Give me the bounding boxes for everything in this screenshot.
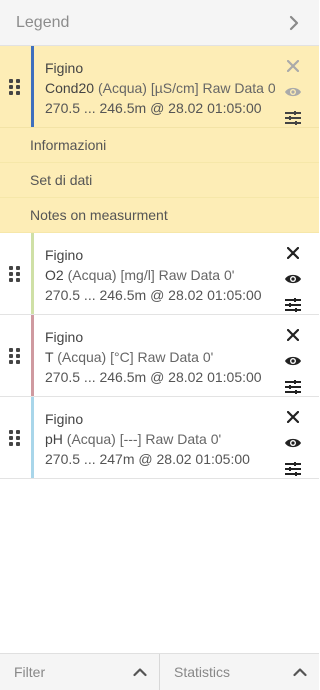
parameter-label: O2 (Acqua) [mg/l] Raw Data 0'	[45, 265, 275, 285]
tune-settings-icon[interactable]	[283, 459, 303, 479]
entry-actions	[283, 52, 303, 125]
legend-entry-info: Figino O2 (Acqua) [mg/l] Raw Data 0' 270…	[45, 245, 275, 305]
site-name: Figino	[45, 411, 84, 427]
footer-bar: Filter Statistics	[0, 653, 319, 690]
statistics-tab[interactable]: Statistics	[159, 654, 319, 690]
close-icon[interactable]	[283, 243, 303, 263]
legend-list: Figino Cond20 (Acqua) [µS/cm] Raw Data 0…	[0, 46, 319, 479]
drag-handle-icon[interactable]	[8, 79, 22, 95]
tune-settings-icon[interactable]	[283, 377, 303, 397]
legend-entry-info: Figino pH (Acqua) [---] Raw Data 0' 270.…	[45, 409, 275, 469]
value-range: 270.5 ... 246.5m @ 28.02 01:05:00	[45, 100, 262, 116]
parameter-name: pH	[45, 431, 63, 447]
value-range: 270.5 ... 247m @ 28.02 01:05:00	[45, 451, 250, 467]
statistics-label: Statistics	[174, 664, 231, 680]
close-icon[interactable]	[283, 325, 303, 345]
submenu-item-set-di-dati[interactable]: Set di dati	[0, 163, 319, 198]
value-range: 270.5 ... 246.5m @ 28.02 01:05:00	[45, 287, 262, 303]
eye-icon[interactable]	[283, 433, 303, 453]
parameter-detail: (Acqua) [mg/l] Raw Data 0'	[67, 267, 235, 283]
parameter-name: O2	[45, 267, 64, 283]
parameter-detail: (Acqua) [°C] Raw Data 0'	[57, 349, 214, 365]
parameter-name: T	[45, 349, 54, 365]
drag-handle-icon[interactable]	[8, 430, 22, 446]
parameter-detail: (Acqua) [µS/cm] Raw Data 0'	[97, 80, 275, 96]
parameter-detail: (Acqua) [---] Raw Data 0'	[66, 431, 222, 447]
legend-title: Legend	[16, 13, 70, 31]
entry-submenu: Informazioni Set di dati Notes on measur…	[0, 128, 319, 233]
drag-handle-icon[interactable]	[8, 348, 22, 364]
legend-entry-o2[interactable]: Figino O2 (Acqua) [mg/l] Raw Data 0' 270…	[0, 233, 319, 315]
chevron-up-icon	[293, 664, 307, 680]
legend-entry-info: Figino Cond20 (Acqua) [µS/cm] Raw Data 0…	[45, 58, 275, 118]
eye-icon[interactable]	[283, 82, 303, 102]
eye-icon[interactable]	[283, 269, 303, 289]
entry-actions	[283, 239, 303, 312]
series-color-bar	[31, 233, 34, 314]
filter-tab[interactable]: Filter	[0, 654, 159, 690]
legend-header[interactable]: Legend	[0, 0, 319, 46]
series-color-bar	[31, 397, 34, 478]
series-color-bar	[31, 315, 34, 396]
drag-handle-icon[interactable]	[8, 266, 22, 282]
close-icon[interactable]	[283, 407, 303, 427]
submenu-item-notes[interactable]: Notes on measurment	[0, 198, 319, 233]
eye-icon[interactable]	[283, 351, 303, 371]
series-color-bar	[31, 46, 34, 127]
submenu-item-informazioni[interactable]: Informazioni	[0, 128, 319, 163]
filter-label: Filter	[14, 664, 46, 680]
legend-entry-info: Figino T (Acqua) [°C] Raw Data 0' 270.5 …	[45, 327, 275, 387]
entry-actions	[283, 321, 303, 394]
parameter-name: Cond20	[45, 80, 95, 96]
legend-entry-cond20[interactable]: Figino Cond20 (Acqua) [µS/cm] Raw Data 0…	[0, 46, 319, 128]
site-name: Figino	[45, 329, 84, 345]
value-range: 270.5 ... 246.5m @ 28.02 01:05:00	[45, 369, 262, 385]
chevron-right-icon[interactable]	[285, 14, 303, 32]
legend-entry-t[interactable]: Figino T (Acqua) [°C] Raw Data 0' 270.5 …	[0, 315, 319, 397]
close-icon[interactable]	[283, 56, 303, 76]
parameter-label: Cond20 (Acqua) [µS/cm] Raw Data 0'	[45, 78, 275, 98]
tune-settings-icon[interactable]	[283, 108, 303, 128]
parameter-label: T (Acqua) [°C] Raw Data 0'	[45, 347, 275, 367]
legend-entry-ph[interactable]: Figino pH (Acqua) [---] Raw Data 0' 270.…	[0, 397, 319, 479]
tune-settings-icon[interactable]	[283, 295, 303, 315]
site-name: Figino	[45, 247, 84, 263]
entry-actions	[283, 403, 303, 476]
site-name: Figino	[45, 60, 84, 76]
chevron-up-icon	[133, 664, 147, 680]
parameter-label: pH (Acqua) [---] Raw Data 0'	[45, 429, 275, 449]
